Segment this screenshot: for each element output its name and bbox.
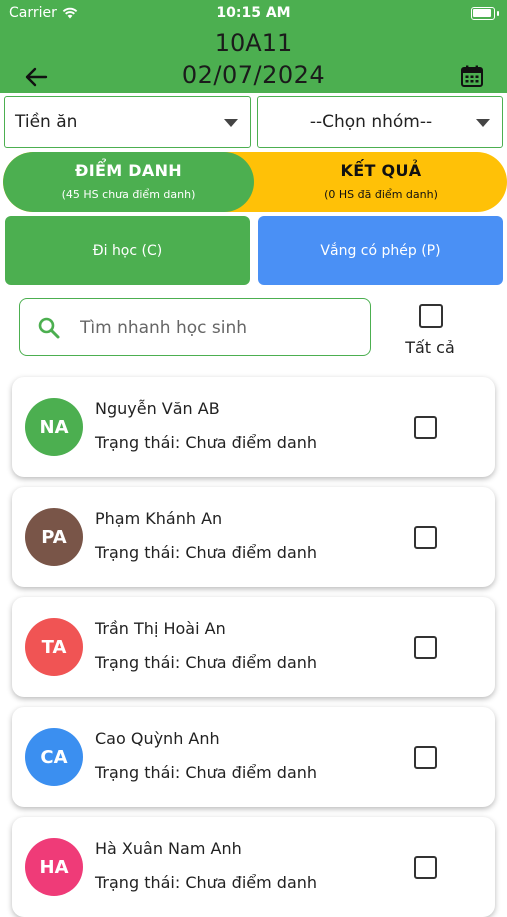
back-arrow-icon[interactable]	[24, 66, 48, 88]
student-checkbox[interactable]	[414, 526, 437, 549]
student-checkbox[interactable]	[414, 416, 437, 439]
student-name: Phạm Khánh An	[95, 509, 223, 528]
mark-present-button[interactable]: Đi học (C)	[5, 216, 250, 285]
select-all-checkbox[interactable]	[419, 304, 443, 328]
app-header: Carrier 10:15 AM 10A11 02/07/2024	[0, 0, 507, 93]
student-search-input[interactable]	[78, 311, 362, 345]
student-checkbox[interactable]	[414, 746, 437, 769]
student-search-box	[19, 298, 371, 356]
calendar-icon[interactable]	[460, 64, 484, 88]
category-dropdown[interactable]: Tiền ăn	[4, 96, 251, 148]
student-status: Trạng thái: Chưa điểm danh	[95, 433, 318, 452]
student-name: Nguyễn Văn AB	[95, 399, 220, 418]
student-status: Trạng thái: Chưa điểm danh	[95, 653, 318, 672]
search-icon	[38, 317, 60, 339]
student-name: Cao Quỳnh Anh	[95, 729, 220, 748]
student-card[interactable]: CA Cao Quỳnh Anh Trạng thái: Chưa điểm dan…	[12, 707, 495, 807]
tab-result-title: KẾT QUẢ	[340, 161, 422, 180]
avatar: CA	[25, 728, 83, 786]
student-name: Trần Thị Hoài An	[95, 619, 226, 638]
student-card[interactable]: HA Hà Xuân Nam Anh Trạng thái: Chưa điểm d…	[12, 817, 495, 917]
group-dropdown[interactable]: --Chọn nhóm--	[257, 96, 503, 148]
tab-attendance-subtitle: (45 HS chưa điểm danh)	[61, 188, 196, 201]
tab-attendance-title: ĐIỂM DANH	[75, 161, 182, 180]
category-dropdown-value: Tiền ăn	[15, 112, 78, 132]
mark-excused-absence-label: Vắng có phép (P)	[320, 242, 441, 259]
clock: 10:15 AM	[216, 5, 291, 21]
tab-result-subtitle: (0 HS đã điểm danh)	[324, 188, 438, 201]
student-checkbox[interactable]	[414, 856, 437, 879]
mark-present-label: Đi học (C)	[92, 242, 163, 259]
student-status: Trạng thái: Chưa điểm danh	[95, 543, 318, 562]
class-title: 10A11	[214, 29, 293, 57]
date-title: 02/07/2024	[181, 61, 326, 89]
avatar: NA	[25, 398, 83, 456]
student-card[interactable]: PA Phạm Khánh An Trạng thái: Chưa điểm dan…	[12, 487, 495, 587]
select-all-label: Tất cả	[405, 338, 455, 357]
avatar: HA	[25, 838, 83, 896]
group-dropdown-placeholder: --Chọn nhóm--	[309, 112, 433, 132]
chevron-down-icon	[224, 119, 238, 127]
avatar: TA	[25, 618, 83, 676]
battery-icon	[471, 7, 495, 20]
tab-attendance[interactable]: ĐIỂM DANH (45 HS chưa điểm danh)	[3, 152, 254, 212]
status-bar: Carrier 10:15 AM	[0, 5, 507, 23]
student-checkbox[interactable]	[414, 636, 437, 659]
tab-result[interactable]: KẾT QUẢ (0 HS đã điểm danh)	[255, 152, 507, 212]
avatar: PA	[25, 508, 83, 566]
attendance-tabs: ĐIỂM DANH (45 HS chưa điểm danh) KẾT QUẢ…	[3, 152, 507, 212]
student-status: Trạng thái: Chưa điểm danh	[95, 873, 318, 892]
student-name: Hà Xuân Nam Anh	[95, 839, 242, 858]
student-status: Trạng thái: Chưa điểm danh	[95, 763, 318, 782]
student-card[interactable]: NA Nguyễn Văn AB Trạng thái: Chưa điểm dan…	[12, 377, 495, 477]
student-card[interactable]: TA Trần Thị Hoài An Trạng thái: Chưa điểm …	[12, 597, 495, 697]
mark-excused-absence-button[interactable]: Vắng có phép (P)	[258, 216, 503, 285]
battery-tip	[497, 11, 499, 16]
chevron-down-icon	[476, 119, 490, 127]
